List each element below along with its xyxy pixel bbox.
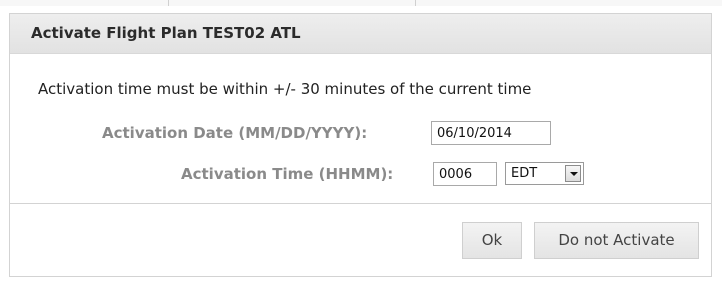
timezone-select[interactable]: EDT — [505, 162, 584, 185]
timezone-select-value: EDT — [511, 166, 538, 181]
activation-time-label: Activation Time (HHMM): — [181, 165, 394, 183]
dialog-titlebar[interactable]: Activate Flight Plan TEST02 ATL — [10, 14, 711, 54]
dialog-footer-divider — [10, 203, 711, 204]
activation-date-label: Activation Date (MM/DD/YYYY): — [102, 124, 368, 142]
dialog-title: Activate Flight Plan TEST02 ATL — [31, 24, 301, 42]
ok-button[interactable]: Ok — [462, 222, 522, 259]
activation-date-input[interactable] — [431, 121, 551, 145]
activation-date-row: Activation Date (MM/DD/YYYY): — [10, 121, 711, 145]
chevron-down-icon[interactable] — [565, 165, 581, 182]
background-page-strip — [0, 0, 722, 6]
activation-note: Activation time must be within +/- 30 mi… — [38, 80, 532, 98]
activation-time-input[interactable] — [433, 162, 497, 186]
activation-time-row: Activation Time (HHMM): EDT — [10, 162, 711, 186]
activate-flight-plan-dialog: Activate Flight Plan TEST02 ATL Activati… — [9, 13, 712, 277]
background-divider — [415, 0, 416, 6]
do-not-activate-button[interactable]: Do not Activate — [534, 222, 699, 259]
background-divider — [168, 0, 169, 6]
